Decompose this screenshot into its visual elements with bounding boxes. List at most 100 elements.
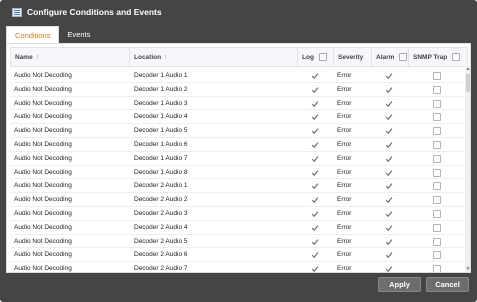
log-checkbox-checked[interactable]	[311, 265, 319, 272]
snmp-trap-checkbox[interactable]	[433, 196, 441, 205]
column-header-location-label: Location	[134, 53, 162, 61]
snmp-trap-checkbox[interactable]	[433, 113, 441, 122]
location-cell: Decoder 1 Audio 8	[134, 168, 188, 176]
tab-conditions[interactable]: Conditions	[6, 26, 60, 43]
condition-name-cell: Audio Not Decoding	[14, 154, 72, 162]
column-header-alarm: Alarm	[372, 48, 408, 66]
log-checkbox-checked[interactable]	[311, 196, 319, 204]
condition-name-cell: Audio Not Decoding	[14, 223, 72, 231]
alarm-checkbox-checked[interactable]	[385, 155, 393, 163]
alarm-checkbox-checked[interactable]	[385, 182, 393, 190]
cancel-button[interactable]: Cancel	[426, 277, 469, 292]
column-header-location[interactable]: Location ↑	[130, 48, 297, 66]
alarm-checkbox-checked[interactable]	[385, 72, 393, 80]
table-row[interactable]: Audio Not Decoding Decoder 2 Audio 5 Error	[10, 235, 468, 249]
severity-cell: Error	[337, 154, 352, 162]
table-row[interactable]: Audio Not Decoding Decoder 1 Audio 8 Error	[10, 166, 468, 180]
scroll-up-icon[interactable]: ▲	[465, 66, 470, 72]
location-cell: Decoder 2 Audio 7	[134, 265, 188, 273]
table-row[interactable]: Audio Not Decoding Decoder 1 Audio 2 Error	[10, 83, 468, 97]
snmp-trap-checkbox[interactable]	[433, 154, 441, 163]
alarm-checkbox-checked[interactable]	[385, 238, 393, 246]
log-checkbox-checked[interactable]	[311, 238, 319, 246]
alarm-checkbox-checked[interactable]	[385, 251, 393, 259]
vertical-scrollbar[interactable]: ▲ ▼	[465, 66, 470, 272]
location-cell: Decoder 2 Audio 4	[134, 223, 188, 231]
column-header-name-label: Name	[15, 53, 33, 61]
alarm-checkbox-checked[interactable]	[385, 100, 393, 108]
table-row[interactable]: Audio Not Decoding Decoder 2 Audio 1 Error	[10, 179, 468, 194]
table-row[interactable]: Audio Not Decoding Decoder 1 Audio 1 Error	[10, 69, 468, 83]
table-row[interactable]: Audio Not Decoding Decoder 1 Audio 7 Error	[10, 152, 468, 166]
alarm-checkbox-checked[interactable]	[385, 113, 393, 121]
alarm-select-all-checkbox[interactable]	[399, 53, 408, 61]
apply-button[interactable]: Apply	[378, 277, 421, 292]
dialog-title: Configure Conditions and Events	[27, 7, 162, 17]
alarm-checkbox-checked[interactable]	[385, 141, 393, 149]
log-checkbox-checked[interactable]	[311, 251, 319, 259]
tab-bar: Conditions Events	[6, 26, 99, 43]
log-checkbox-checked[interactable]	[311, 182, 319, 190]
alarm-checkbox-checked[interactable]	[385, 265, 393, 272]
conditions-panel: Name ↑ Location ↑ Log Severity Alarm SNM…	[6, 43, 471, 273]
snmp-trap-checkbox[interactable]	[433, 141, 441, 149]
location-cell: Decoder 2 Audio 6	[134, 251, 188, 259]
log-checkbox-checked[interactable]	[311, 169, 319, 177]
alarm-checkbox-checked[interactable]	[385, 86, 393, 94]
table-row[interactable]: Audio Not Decoding Decoder 1 Audio 3 Error	[10, 97, 468, 111]
snmp-trap-checkbox[interactable]	[433, 265, 441, 272]
snmp-trap-checkbox[interactable]	[433, 251, 441, 260]
snmp-trap-checkbox[interactable]	[433, 182, 441, 191]
log-checkbox-checked[interactable]	[311, 72, 319, 80]
snmp-trap-checkbox[interactable]	[433, 72, 441, 80]
table-row[interactable]: Audio Not Decoding Decoder 1 Audio 6 Error	[10, 138, 468, 152]
alarm-checkbox-checked[interactable]	[385, 210, 393, 218]
title-bar[interactable]: Configure Conditions and Events	[0, 0, 477, 24]
log-select-all-checkbox[interactable]	[318, 53, 327, 61]
location-cell: Decoder 1 Audio 5	[134, 127, 188, 135]
table-row[interactable]: Audio Not Decoding Decoder 1 Audio 5 Error	[10, 124, 468, 138]
list-window-icon	[12, 7, 22, 17]
table-row[interactable]: Audio Not Decoding Decoder 2 Audio 3 Error	[10, 207, 468, 221]
table-row[interactable]: Audio Not Decoding Decoder 1 Audio 4 Error	[10, 110, 468, 125]
snmp-trap-checkbox[interactable]	[433, 127, 441, 136]
severity-cell: Error	[337, 141, 352, 148]
snmp-trap-checkbox[interactable]	[433, 85, 441, 94]
severity-cell: Error	[337, 196, 352, 204]
column-header-log: Log	[298, 48, 333, 66]
log-checkbox-checked[interactable]	[311, 113, 319, 121]
table-row[interactable]: Audio Not Decoding Decoder 2 Audio 6 Error	[10, 248, 468, 263]
alarm-checkbox-checked[interactable]	[385, 127, 393, 135]
table-row[interactable]: Audio Not Decoding Decoder 2 Audio 2 Error	[10, 193, 468, 207]
snmp-select-all-checkbox[interactable]	[452, 53, 461, 61]
column-header-name[interactable]: Name ↑	[11, 48, 129, 66]
log-checkbox-checked[interactable]	[311, 141, 319, 149]
snmp-trap-checkbox[interactable]	[433, 168, 441, 177]
log-checkbox-checked[interactable]	[311, 224, 319, 232]
tab-events[interactable]: Events	[59, 26, 99, 43]
location-cell: Decoder 1 Audio 1	[134, 72, 188, 79]
snmp-trap-checkbox[interactable]	[433, 223, 441, 232]
alarm-checkbox-checked[interactable]	[385, 169, 393, 177]
log-checkbox-checked[interactable]	[311, 127, 319, 135]
alarm-checkbox-checked[interactable]	[385, 224, 393, 232]
snmp-trap-checkbox[interactable]	[433, 99, 441, 108]
log-checkbox-checked[interactable]	[311, 100, 319, 108]
dialog-footer: Apply Cancel	[0, 273, 477, 302]
snmp-trap-checkbox[interactable]	[433, 210, 441, 218]
snmp-trap-checkbox[interactable]	[433, 237, 441, 246]
column-header-snmp-label: SNMP Trap	[413, 53, 448, 61]
condition-name-cell: Audio Not Decoding	[14, 85, 72, 93]
severity-cell: Error	[337, 72, 352, 79]
table-header: Name ↑ Location ↑ Log Severity Alarm SNM…	[10, 47, 468, 67]
log-checkbox-checked[interactable]	[311, 155, 319, 163]
table-row[interactable]: Audio Not Decoding Decoder 2 Audio 7 Error	[10, 262, 468, 273]
log-checkbox-checked[interactable]	[311, 210, 319, 218]
table-row[interactable]: Audio Not Decoding Decoder 2 Audio 4 Error	[10, 221, 468, 235]
scroll-down-icon[interactable]: ▼	[465, 266, 470, 272]
alarm-checkbox-checked[interactable]	[385, 196, 393, 204]
log-checkbox-checked[interactable]	[311, 86, 319, 94]
severity-cell: Error	[337, 127, 352, 135]
location-cell: Decoder 1 Audio 3	[134, 99, 188, 107]
scrollbar-thumb[interactable]	[465, 74, 470, 92]
